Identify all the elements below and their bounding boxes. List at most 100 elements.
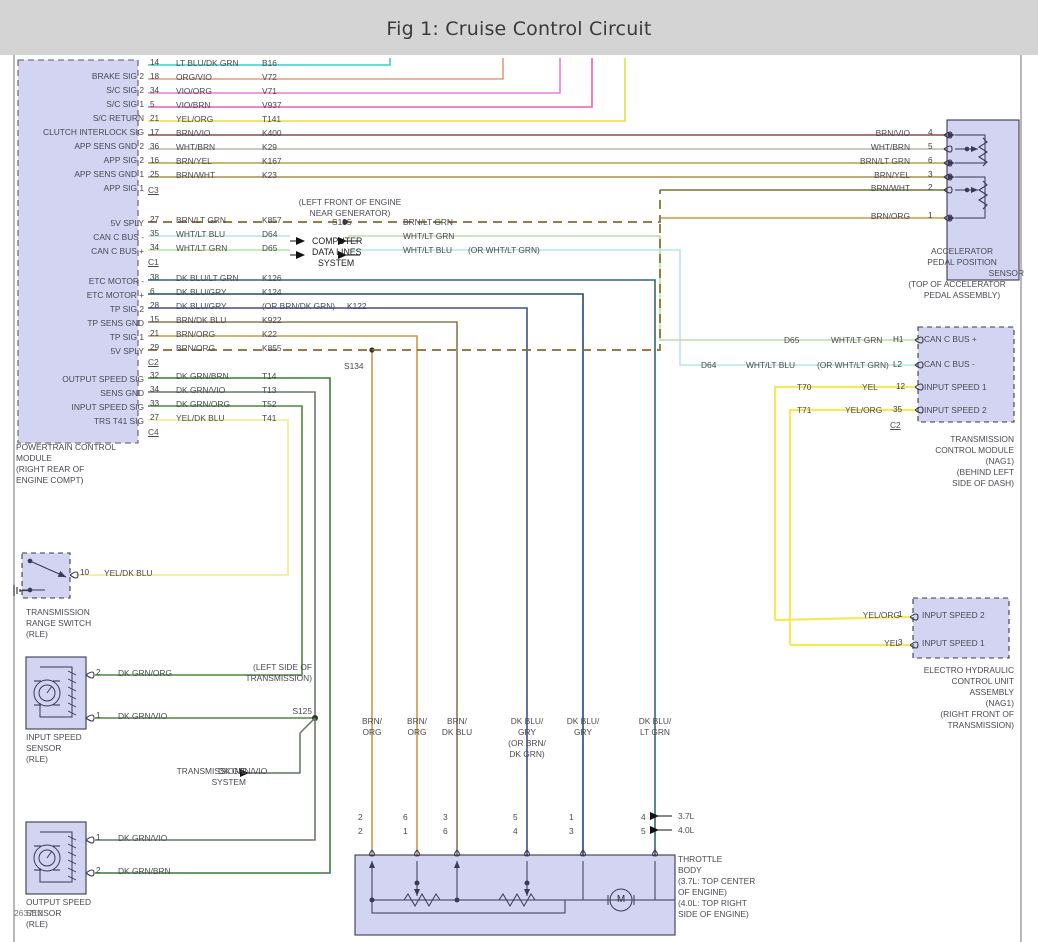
pcm-circuit: T13 xyxy=(262,386,276,394)
pcm-circuit: K167 xyxy=(262,157,282,165)
pcm-pin: 5 xyxy=(150,101,155,109)
pcm-circuit: K124 xyxy=(262,288,282,296)
trs-label-3: (RLE) xyxy=(26,630,48,638)
pcm-wire: DK BLU/GRY xyxy=(176,302,227,310)
pcm-pin: 28 xyxy=(150,302,159,310)
transmissions-system-label-2: SYSTEM xyxy=(80,778,246,786)
tb-wire-4-l3: (OR BRN/ xyxy=(497,739,557,747)
tb-wire-3-l1: BRN/ xyxy=(427,717,487,725)
tb-pin40-2: 1 xyxy=(403,827,408,835)
tcm-wire-yel: YEL xyxy=(862,383,878,391)
tb-label-2: BODY xyxy=(678,866,702,874)
pcm-pin: 32 xyxy=(150,372,159,380)
pcm-pin: 27 xyxy=(150,216,159,224)
pcm-circuit: T52 xyxy=(262,400,276,408)
pcm-pin: 34 xyxy=(150,87,159,95)
tcm-label-4: (BEHIND LEFT xyxy=(900,468,1014,476)
pcm-signal-app-sens-gnd-2: APP SENS GND 2 xyxy=(0,142,144,150)
pcm-wire: ORG/VIO xyxy=(176,73,212,81)
pcm-wire: DK GRN/BRN xyxy=(176,372,229,380)
pcm-wire: BRN/VIO xyxy=(176,129,210,137)
oss-pin-2: 2 xyxy=(96,867,101,875)
cdl-wire-brn-lt-grn: BRN/LT GRN xyxy=(403,218,453,226)
pcm-signal-sc-sig-1: S/C SIG 1 xyxy=(0,100,144,108)
pcm-signal-5v-sply-c1: 5V SPLY xyxy=(0,219,144,227)
ehcu-label-2: CONTROL UNIT xyxy=(900,677,1014,685)
computer-data-lines-label-2: DATA LINES xyxy=(312,248,362,257)
iss-label-3: (RLE) xyxy=(26,755,48,763)
diagram-page: Fig 1: Cruise Control Circuit xyxy=(0,0,1038,942)
pcm-signal-app-sig-2: APP SIG 2 xyxy=(0,156,144,164)
tb-wire-6-l1: DK BLU/ xyxy=(625,717,685,725)
tcm-label-1: TRANSMISSION xyxy=(900,435,1014,443)
pcm-circuit: T141 xyxy=(262,115,281,123)
trs-label-1: TRANSMISSION xyxy=(26,608,90,616)
tcm-circuit-t71: T71 xyxy=(797,406,811,414)
oss-label-1: OUTPUT SPEED xyxy=(26,898,91,906)
ehcu-terminal-input-speed-1: INPUT SPEED 1 xyxy=(922,639,985,647)
tb-engine-37l: 3.7L xyxy=(678,812,694,820)
tb-pin40-1: 2 xyxy=(358,827,363,835)
oss-wire-dk-grn-vio: DK GRN/VIO xyxy=(118,834,167,842)
pcm-signal-brake-sig-2: BRAKE SIG 2 xyxy=(0,72,144,80)
tcm-label-3: (NAG1) xyxy=(900,457,1014,465)
tcm-label-5: SIDE OF DASH) xyxy=(900,479,1014,487)
app-label-5: PEDAL ASSEMBLY) xyxy=(900,291,1024,299)
pcm-signal-sc-return: S/C RETURN xyxy=(0,114,144,122)
pcm-circuit: K29 xyxy=(262,143,277,151)
ehcu-label-1: ELECTRO HYDRAULIC xyxy=(900,666,1014,674)
iss-label-1: INPUT SPEED xyxy=(26,733,82,741)
pcm-circuit-alt: (OR BRN/DK GRN) xyxy=(262,302,335,310)
tcm-circuit-t70: T70 xyxy=(797,383,811,391)
pcm-signal-tp-sig-2: TP SIG 2 xyxy=(0,305,144,313)
pcm-wire: BRN/ORG xyxy=(176,330,215,338)
ehcu-pin-1: 1 xyxy=(898,611,903,619)
cdl-wire-wht-lt-grn: WHT/LT GRN xyxy=(403,232,454,240)
tb-label-4: OF ENGINE) xyxy=(678,888,727,896)
pcm-connector-c3: C3 xyxy=(148,186,159,194)
ehcu-terminal-input-speed-2: INPUT SPEED 2 xyxy=(922,611,985,619)
s135-note-line-1: (LEFT FRONT OF ENGINE xyxy=(240,198,460,206)
tb-pin40-3: 6 xyxy=(443,827,448,835)
cdl-wire-wht-lt-blu-alt: (OR WHT/LT GRN) xyxy=(468,246,540,254)
tb-pin37-5: 1 xyxy=(569,813,574,821)
app-pin-4: 3 xyxy=(928,171,933,179)
pcm-wire: WHT/LT GRN xyxy=(176,244,227,252)
tcm-wire-wht-lt-grn: WHT/LT GRN xyxy=(831,336,882,344)
pcm-circuit: K126 xyxy=(262,274,282,282)
s134-label: S134 xyxy=(344,362,364,370)
pcm-circuit: K122 xyxy=(347,302,367,310)
reference-number: 263712 xyxy=(14,908,42,918)
pcm-circuit: V937 xyxy=(262,101,282,109)
pcm-pin: 38 xyxy=(150,274,159,282)
pcm-wire: BRN/WHT xyxy=(176,171,215,179)
pcm-signal-etc-motor-plus: ETC MOTOR + xyxy=(0,291,144,299)
pcm-connector-c1: C1 xyxy=(148,258,159,266)
pcm-pin: 27 xyxy=(150,414,159,422)
pcm-wire: VIO/ORG xyxy=(176,87,212,95)
tcm-wire-yel-org: YEL/ORG xyxy=(845,406,882,414)
pcm-pin: 17 xyxy=(150,129,159,137)
pcm-wire: DK GRN/ORG xyxy=(176,400,230,408)
tcm-terminal-can-c-bus-plus: CAN C BUS + xyxy=(924,335,977,343)
pcm-pin: 36 xyxy=(150,143,159,151)
pcm-wire: BRN/YEL xyxy=(176,157,212,165)
pcm-pin: 18 xyxy=(150,73,159,81)
pcm-circuit: D65 xyxy=(262,244,277,252)
app-label-1: ACCELERATOR xyxy=(900,247,1024,255)
iss-pin-1: 1 xyxy=(96,712,101,720)
pcm-signal-app-sens-gnd-1: APP SENS GND 1 xyxy=(0,170,144,178)
app-wire-4: BRN/YEL xyxy=(800,171,910,179)
tb-pin37-1: 2 xyxy=(358,813,363,821)
tcm-connector-c2: C2 xyxy=(890,421,901,429)
pcm-circuit: T14 xyxy=(262,372,276,380)
tb-label-3: (3.7L: TOP CENTER xyxy=(678,877,755,885)
pcm-pin: 6 xyxy=(150,288,155,296)
pcm-signal-input-speed-sig: INPUT SPEED SIG xyxy=(0,403,144,411)
app-pin-5: 2 xyxy=(928,184,933,192)
pcm-signal-etc-motor-minus: ETC MOTOR - xyxy=(0,277,144,285)
tb-label-6: SIDE OF ENGINE) xyxy=(678,910,749,918)
pcm-signal-can-c-bus-plus: CAN C BUS + xyxy=(0,247,144,255)
pcm-wire: DK BLU/GRY xyxy=(176,288,227,296)
tb-wire-5-l1: DK BLU/ xyxy=(553,717,613,725)
